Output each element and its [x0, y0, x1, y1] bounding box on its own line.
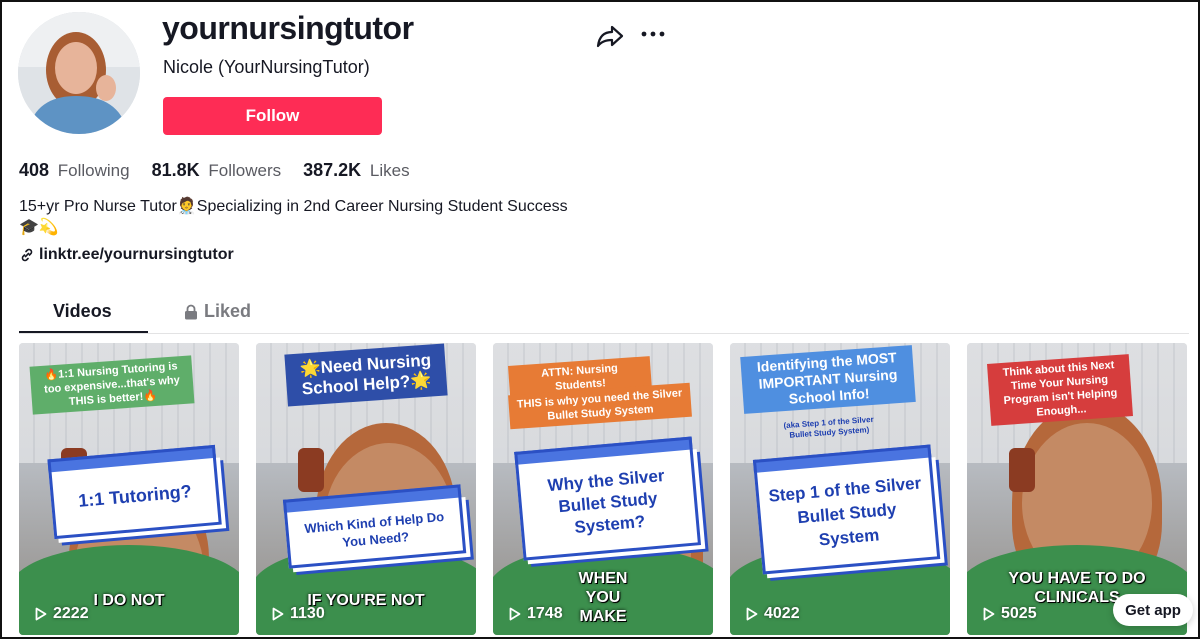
lock-icon — [185, 304, 197, 319]
username: yournursingtutor — [162, 10, 414, 46]
view-count-value: 4022 — [764, 605, 800, 622]
more-options-icon[interactable] — [640, 22, 666, 46]
play-icon — [35, 607, 47, 621]
bio-link[interactable]: linktr.ee/yournursingtutor — [19, 246, 234, 264]
video-bottom-caption: WHEN YOU MAKE — [578, 570, 628, 625]
stat-label: Following — [57, 161, 130, 180]
video-caption: 🌟Need Nursing School Help?🌟 — [284, 343, 448, 407]
tab-videos[interactable]: Videos — [53, 301, 112, 322]
video-card[interactable]: 🌟Need Nursing School Help?🌟 Which Kind o… — [256, 343, 476, 635]
video-window-graphic: Why the Silver Bullet Study System? — [514, 445, 702, 561]
share-icon[interactable] — [596, 24, 624, 48]
stat-label: Followers — [208, 161, 282, 180]
nickname: Nicole (YourNursingTutor) — [163, 57, 370, 77]
video-card[interactable]: Think about this Next Time Your Nursing … — [967, 343, 1187, 635]
tab-liked-label: Liked — [204, 301, 252, 321]
video-prop — [1009, 448, 1035, 492]
play-icon — [983, 607, 995, 621]
play-icon — [509, 607, 521, 621]
profile-tabs: Videos Liked — [19, 295, 1189, 334]
video-card[interactable]: Identifying the MOST IMPORTANT Nursing S… — [730, 343, 950, 635]
view-count-value: 5025 — [1001, 605, 1037, 622]
play-icon — [272, 607, 284, 621]
active-tab-indicator — [19, 331, 148, 333]
tab-liked[interactable]: Liked — [184, 301, 251, 322]
avatar[interactable] — [18, 12, 140, 134]
video-window-graphic: Step 1 of the Silver Bullet Study System — [753, 453, 941, 575]
stat-following[interactable]: 408 Following — [19, 160, 130, 181]
avatar-image — [18, 12, 140, 134]
bio: 15+yr Pro Nurse Tutor🧑‍⚕️Specializing in… — [19, 198, 568, 236]
video-prop — [298, 448, 324, 492]
video-card[interactable]: 🔥1:1 Nursing Tutoring is too expensive..… — [19, 343, 239, 635]
stat-likes: 387.2K Likes — [303, 160, 409, 181]
profile-stats: 408 Following 81.8K Followers 387.2K Lik… — [19, 160, 410, 181]
stat-label: Likes — [369, 161, 410, 180]
view-count: 1130 — [272, 605, 325, 623]
view-count: 2222 — [35, 605, 89, 623]
video-caption: Identifying the MOST IMPORTANT Nursing S… — [740, 345, 916, 414]
follow-button[interactable]: Follow — [163, 97, 382, 135]
video-window-graphic: 1:1 Tutoring? — [48, 453, 222, 540]
view-count: 1748 — [509, 605, 563, 623]
stat-value: 387.2K — [303, 160, 362, 180]
stat-followers[interactable]: 81.8K Followers — [152, 160, 282, 181]
view-count-value: 1130 — [290, 605, 325, 622]
video-caption: Think about this Next Time Your Nursing … — [987, 354, 1133, 426]
view-count-value: 2222 — [53, 605, 89, 622]
view-count-value: 1748 — [527, 605, 563, 622]
link-icon — [21, 248, 33, 262]
video-grid: 🔥1:1 Nursing Tutoring is too expensive..… — [19, 343, 1187, 635]
video-card[interactable]: ATTN: Nursing Students! THIS is why you … — [493, 343, 713, 635]
view-count: 5025 — [983, 605, 1037, 623]
stat-value: 81.8K — [151, 160, 200, 180]
bio-link-text: linktr.ee/yournursingtutor — [39, 246, 234, 263]
view-count: 4022 — [746, 605, 800, 623]
get-app-button[interactable]: Get app — [1113, 594, 1193, 626]
stat-value: 408 — [19, 160, 50, 180]
play-icon — [746, 607, 758, 621]
